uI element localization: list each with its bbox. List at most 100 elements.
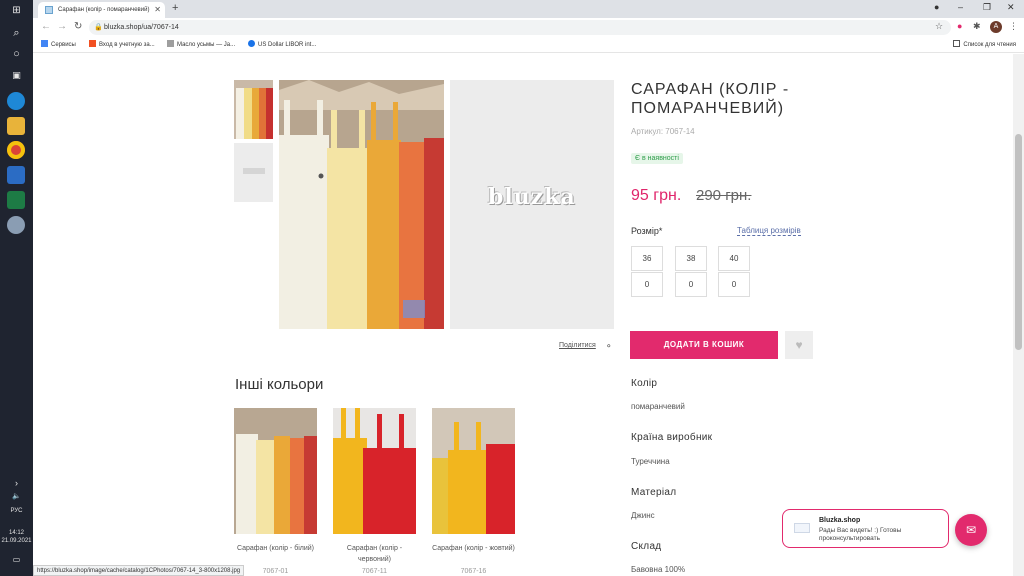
status-bar-url: https://bluzka.shop/image/cache/catalog/… [33, 565, 245, 576]
address-text: bluzka.shop/ua/7067-14 [104, 24, 179, 31]
color-card-red[interactable] [333, 408, 416, 534]
quantity-input-36[interactable]: 0 [631, 272, 663, 297]
minimize-icon[interactable]: – [958, 2, 963, 12]
back-icon[interactable]: ← [41, 21, 51, 32]
chat-open-button[interactable]: ✉ [955, 514, 987, 546]
link-icon [167, 40, 174, 47]
globe-icon [248, 40, 255, 47]
quantity-input-38[interactable]: 0 [675, 272, 707, 297]
remote-desktop-icon[interactable] [7, 166, 25, 184]
attribute-label-country: Країна виробник [631, 432, 713, 443]
chrome-icon[interactable] [7, 141, 25, 159]
extensions-puzzle-icon[interactable]: ✱ [973, 21, 981, 32]
new-tab-icon[interactable]: + [172, 2, 178, 14]
tab-title: Сарафан (колір - помаранчевий) [58, 7, 150, 13]
attribute-label-color: Колір [631, 378, 658, 389]
language-indicator[interactable]: РУС [0, 508, 33, 514]
bookmark-usma[interactable]: Масло усьмы — Ja... [167, 37, 235, 53]
stock-badge: Є в наявності [631, 153, 683, 164]
clock[interactable]: 14:12 21.09.2021 [0, 529, 33, 545]
tab-strip: Сарафан (колір - помаранчевий) ✕ + ● – ❐… [33, 0, 1024, 18]
microsoft-icon [89, 40, 96, 47]
other-colors-heading: Інші кольори [235, 376, 324, 393]
white-dress-photo [234, 408, 317, 534]
color-sku-white: 7067-01 [262, 568, 289, 575]
chat-greeting-bubble[interactable]: Bluzka.shop Рады Вас видеть! :) Готовы п… [782, 509, 949, 548]
tab-active[interactable]: Сарафан (колір - помаранчевий) ✕ [38, 2, 165, 18]
bookmark-login[interactable]: Вход в учетную за... [89, 37, 155, 53]
close-tab-icon[interactable]: ✕ [154, 2, 161, 18]
main-product-photo[interactable] [279, 80, 444, 329]
color-card-white[interactable] [234, 408, 317, 534]
attribute-value-color: помаранчевий [631, 402, 685, 411]
reload-icon[interactable]: ↻ [74, 21, 82, 32]
forward-icon[interactable]: → [57, 21, 67, 32]
size-chart-link[interactable]: Таблиця розмірів [737, 226, 801, 236]
clock-date: 21.09.2021 [1, 538, 32, 544]
attribute-value-material: Джинс [631, 511, 655, 520]
address-bar[interactable]: 🔒 bluzka.shop/ua/7067-14 [89, 20, 951, 35]
product-sku: Артикул: 7067-14 [631, 127, 695, 136]
maximize-icon[interactable]: ❐ [983, 2, 991, 13]
color-card-yellow[interactable] [432, 408, 515, 534]
attribute-label-material: Матеріал [631, 487, 677, 498]
volume-icon[interactable]: 🔈 [0, 492, 33, 500]
chat-icon: ✉ [965, 523, 977, 537]
scrollbar-thumb[interactable] [1015, 134, 1022, 350]
page-scrollbar[interactable] [1013, 54, 1024, 576]
search-icon[interactable]: ⌕ [0, 27, 33, 40]
wishlist-heart-icon[interactable]: ♥ [785, 331, 813, 359]
chevron-up-icon[interactable]: › [0, 478, 33, 488]
bookmark-star-icon[interactable]: ☆ [935, 21, 943, 32]
bookmark-services[interactable]: Сервисы [41, 37, 76, 53]
cortana-icon[interactable]: ○ [0, 48, 33, 60]
size-option-36[interactable]: 36 [631, 246, 663, 271]
file-explorer-icon[interactable] [7, 117, 25, 135]
favicon-icon [45, 6, 53, 14]
bookmark-libor[interactable]: US Dollar LIBOR int... [248, 37, 316, 53]
chat-logo-icon [794, 523, 810, 533]
task-view-icon[interactable]: ▣ [0, 70, 33, 81]
menu-dots-icon[interactable]: ⋮ [1009, 21, 1018, 32]
color-name-yellow[interactable]: Сарафан (колір - жовтий) [431, 543, 516, 554]
edge-icon[interactable] [7, 92, 25, 110]
placeholder-logo-icon [243, 168, 265, 174]
current-price: 95 грн. [631, 187, 682, 204]
reading-list-icon [953, 40, 961, 47]
thumbnail-1[interactable] [234, 80, 273, 139]
lock-icon[interactable]: 🔒 [94, 20, 103, 35]
bookmarks-bar: Сервисы Вход в учетную за... Масло усьмы… [33, 37, 1024, 53]
yellow-dress-photo [432, 408, 515, 534]
size-option-40[interactable]: 40 [718, 246, 750, 271]
color-name-red[interactable]: Сарафан (колір - червоний) [332, 543, 417, 565]
network-icon[interactable] [7, 216, 25, 234]
attribute-value-composition: Бавовна 100% [631, 565, 686, 574]
color-sku-red: 7067-11 [361, 568, 388, 575]
share-link[interactable]: Поділитися [559, 342, 596, 349]
reading-list-button[interactable]: Список для чтения [953, 37, 1016, 53]
avatar[interactable]: A [990, 21, 1002, 33]
extension-icon[interactable]: ● [957, 21, 962, 31]
windows-taskbar: ⊞ ⌕ ○ ▣ › 🔈 РУС 14:12 21.09.2021 ▭ [0, 0, 33, 576]
size-option-38[interactable]: 38 [675, 246, 707, 271]
excel-icon[interactable] [7, 191, 25, 209]
bluzka-logo: bluzka [488, 184, 576, 210]
product-page: bluzka Поділитися ⚬ САРАФАН (КОЛІР - ПОМ… [33, 54, 1013, 576]
profile-circle-icon[interactable]: ● [934, 2, 939, 12]
attribute-label-composition: Склад [631, 541, 662, 552]
close-window-icon[interactable]: ✕ [1007, 2, 1015, 13]
old-price: 290 грн. [696, 187, 752, 204]
chat-message: Рады Вас видеть! :) Готовы проконсультир… [819, 527, 902, 542]
secondary-product-image[interactable]: bluzka [450, 80, 614, 329]
chat-title: Bluzka.shop [819, 517, 861, 524]
apps-grid-icon [41, 40, 48, 47]
share-icon[interactable]: ⚬ [605, 341, 613, 352]
color-name-white[interactable]: Сарафан (колір - білий) [233, 543, 318, 554]
quantity-input-40[interactable]: 0 [718, 272, 750, 297]
windows-start-icon[interactable]: ⊞ [0, 5, 33, 16]
dresses-photo-thumb [234, 80, 273, 139]
notification-icon[interactable]: ▭ [0, 555, 33, 564]
add-to-cart-button[interactable]: ДОДАТИ В КОШИК [630, 331, 778, 359]
thumbnail-2[interactable] [234, 143, 273, 202]
browser-toolbar: ← → ↻ 🔒 bluzka.shop/ua/7067-14 ☆ ● ✱ A ⋮ [33, 18, 1024, 37]
